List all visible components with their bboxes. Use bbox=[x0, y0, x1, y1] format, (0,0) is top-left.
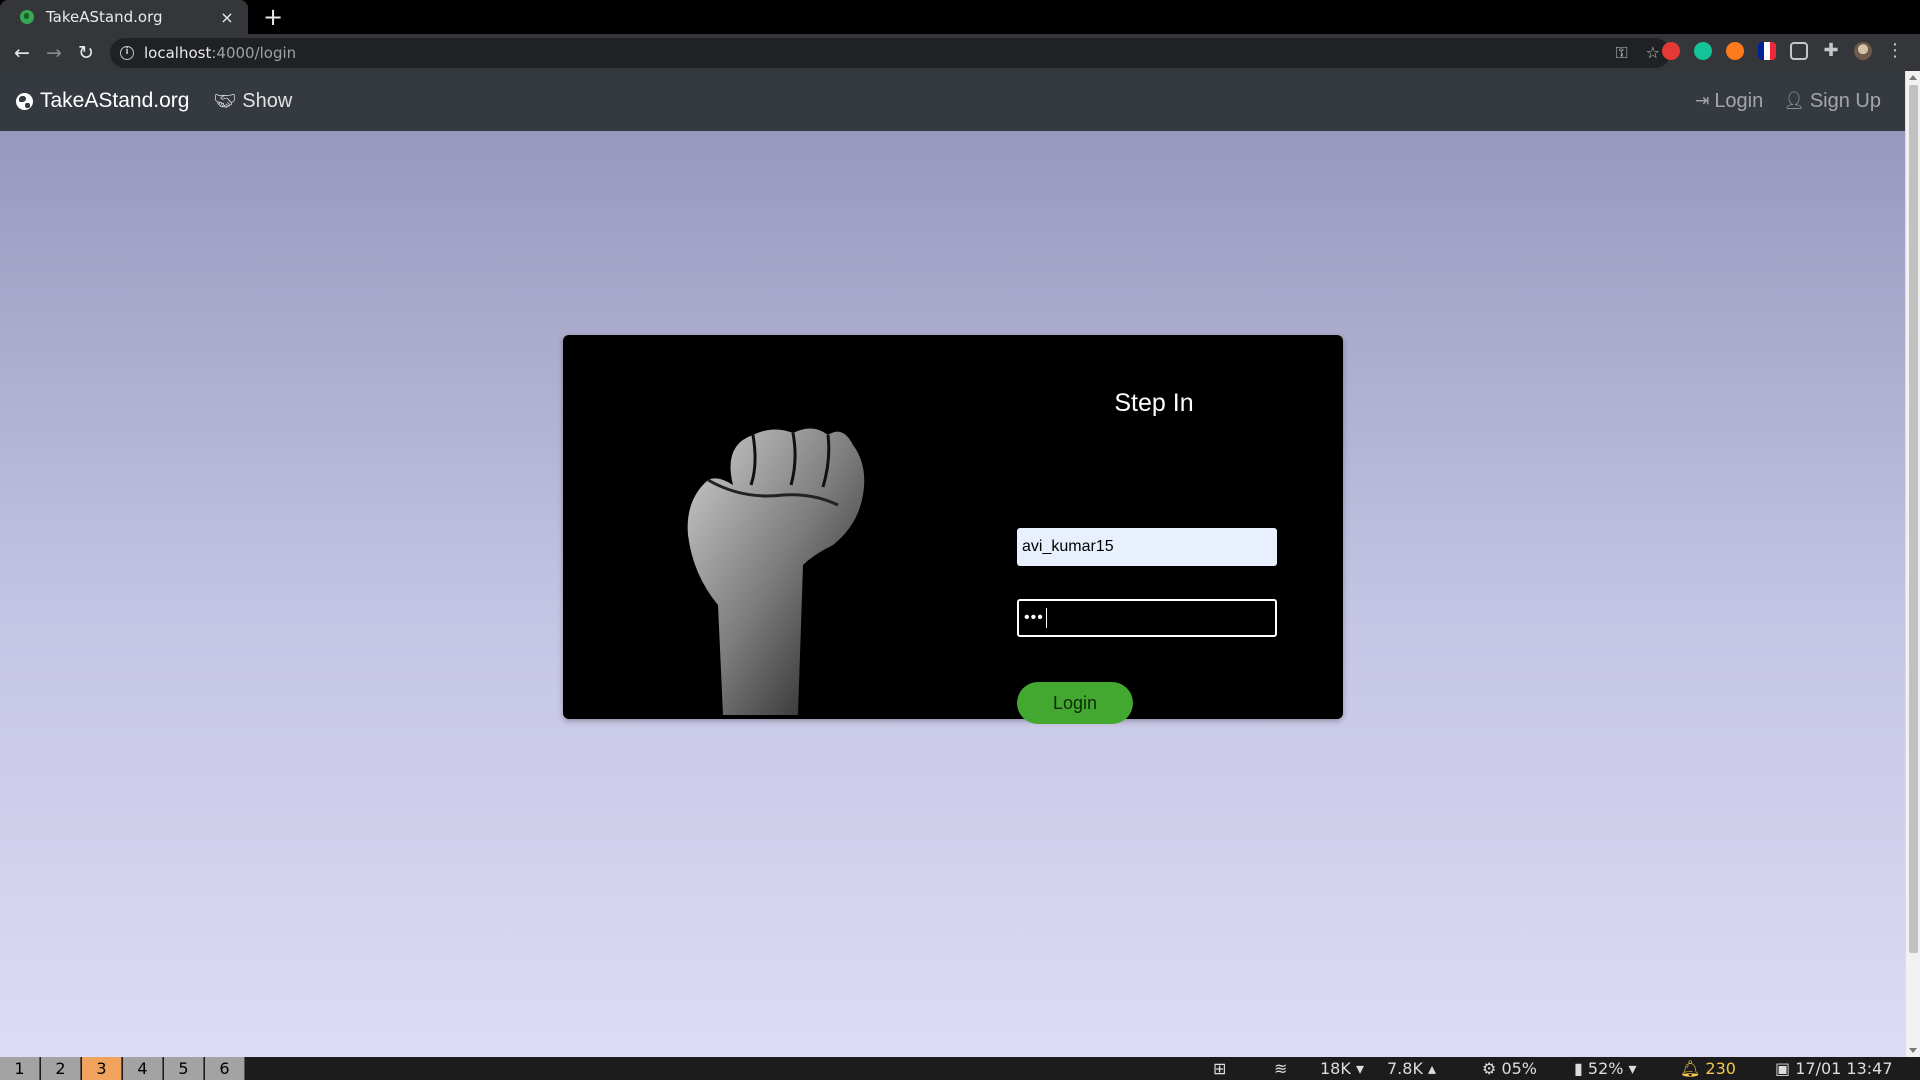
tab-title: TakeAStand.org bbox=[46, 8, 163, 26]
notification-count[interactable]: 🔔︎ 230 bbox=[1680, 1057, 1736, 1080]
net-up-value: 7.8K ▴ bbox=[1387, 1059, 1437, 1078]
address-bar[interactable]: i localhost:4000/login ⚿ ☆ bbox=[110, 38, 1670, 68]
workspace-3[interactable]: 3 bbox=[82, 1057, 122, 1080]
workspace-4[interactable]: 4 bbox=[123, 1057, 163, 1080]
text-caret bbox=[1045, 608, 1047, 628]
browser-tabbar: TakeAStand.org × + bbox=[0, 0, 1920, 34]
system-statusbar: 1 2 3 4 5 6 ⊞ ≋ 18K ▾ 7.8K ▴ ⚙ 05% ▮ 52%… bbox=[0, 1057, 1920, 1080]
menu-icon[interactable]: ⋮ bbox=[1886, 42, 1904, 60]
orange-ext-icon[interactable] bbox=[1726, 42, 1744, 60]
nav-show-label: Show bbox=[242, 89, 293, 112]
workspace-5[interactable]: 5 bbox=[164, 1057, 204, 1080]
bookmark-star-icon[interactable]: ☆ bbox=[1646, 43, 1660, 63]
browser-toolbar: ← → ↻ i localhost:4000/login ⚿ ☆ bbox=[0, 34, 1920, 71]
puzzle-icon[interactable]: ✚ bbox=[1822, 42, 1840, 60]
grammarly-icon[interactable] bbox=[1694, 42, 1712, 60]
nav-login-link[interactable]: ⇥ Login bbox=[1695, 90, 1763, 113]
url-text[interactable]: localhost:4000/login bbox=[144, 44, 296, 62]
tray-plus-icon[interactable]: ⊞ bbox=[1213, 1057, 1226, 1080]
workspace-6[interactable]: 6 bbox=[205, 1057, 245, 1080]
page-scrollbar[interactable] bbox=[1905, 71, 1920, 1057]
back-button[interactable]: ← bbox=[6, 42, 38, 64]
nav-show-link[interactable]: 🤝︎ Show bbox=[213, 90, 292, 113]
raised-fist-image bbox=[687, 428, 865, 715]
brand-text: TakeAStand.org bbox=[40, 89, 190, 112]
battery-value: ▮ 52% ▾ bbox=[1574, 1059, 1637, 1078]
nav-signup-label: Sign Up bbox=[1809, 89, 1881, 112]
nav-login-label: Login bbox=[1714, 89, 1764, 112]
nav-signup-link[interactable]: 👤︎ Sign Up bbox=[1783, 90, 1881, 113]
password-mask: ••• bbox=[1024, 609, 1044, 626]
scroll-up-arrow-icon[interactable] bbox=[1909, 75, 1917, 80]
red-ext-icon[interactable] bbox=[1662, 42, 1680, 60]
password-input[interactable]: ••• bbox=[1017, 599, 1277, 637]
login-button[interactable]: Login bbox=[1017, 682, 1133, 724]
scroll-thumb[interactable] bbox=[1909, 85, 1918, 953]
username-input[interactable]: avi_kumar15 bbox=[1017, 528, 1277, 566]
profile-avatar[interactable] bbox=[1854, 42, 1872, 60]
globe-icon bbox=[16, 92, 33, 110]
datetime: ▣ 17/01 13:47 bbox=[1775, 1059, 1893, 1078]
site-info-icon[interactable]: i bbox=[120, 46, 134, 60]
cpu-value: ⚙ 05% bbox=[1482, 1059, 1537, 1078]
extension-icons: ✚ ⋮ bbox=[1662, 42, 1904, 60]
handshake-icon: 🤝︎ bbox=[213, 90, 237, 111]
reload-button[interactable]: ↻ bbox=[70, 42, 102, 64]
login-card: Step In avi_kumar15 ••• Login bbox=[563, 335, 1343, 724]
site-navbar: TakeAStand.org 🤝︎ Show ⇥ Login 👤︎ Sign U… bbox=[0, 71, 1905, 131]
login-title: Step In bbox=[1114, 389, 1194, 417]
tv-ext-icon[interactable] bbox=[1790, 42, 1808, 60]
wifi-icon: ≋ bbox=[1274, 1059, 1288, 1078]
sign-in-icon: ⇥ bbox=[1695, 91, 1710, 110]
browser-tab[interactable]: TakeAStand.org × bbox=[0, 0, 248, 34]
new-tab-button[interactable]: + bbox=[260, 4, 286, 30]
flag-ext-icon[interactable] bbox=[1758, 42, 1776, 60]
workspace-1[interactable]: 1 bbox=[0, 1057, 40, 1080]
brand-link[interactable]: TakeAStand.org bbox=[16, 89, 189, 113]
user-plus-icon: 👤︎ bbox=[1783, 91, 1805, 110]
tab-close-icon[interactable]: × bbox=[216, 8, 238, 27]
net-down-value: 18K ▾ bbox=[1320, 1059, 1364, 1078]
key-icon[interactable]: ⚿ bbox=[1615, 43, 1627, 63]
workspace-2[interactable]: 2 bbox=[41, 1057, 81, 1080]
scroll-down-arrow-icon[interactable] bbox=[1909, 1048, 1917, 1053]
forward-button[interactable]: → bbox=[38, 42, 70, 64]
globe-favicon-icon bbox=[20, 10, 34, 24]
page-viewport: TakeAStand.org 🤝︎ Show ⇥ Login 👤︎ Sign U… bbox=[0, 71, 1905, 1057]
